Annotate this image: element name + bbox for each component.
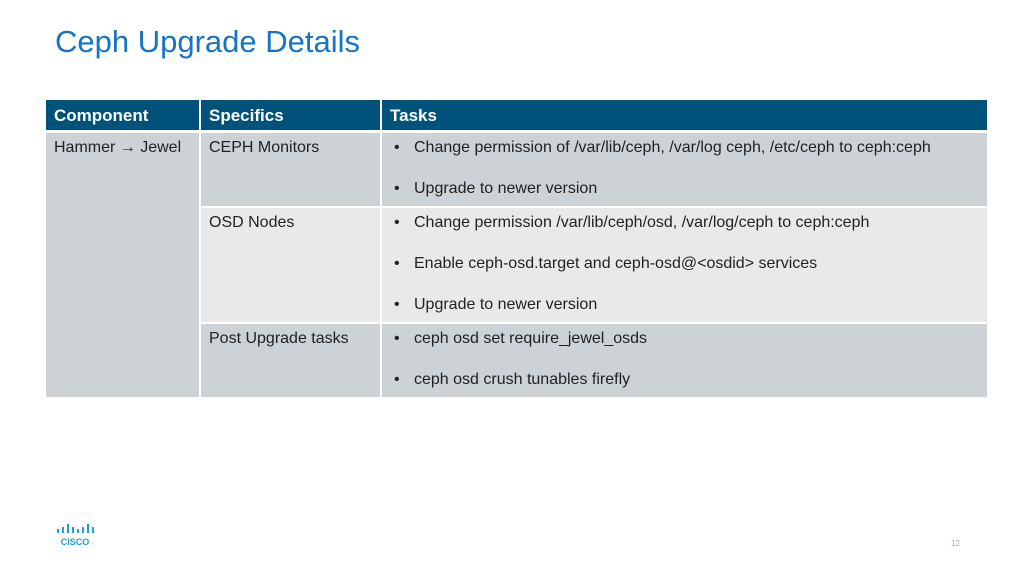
- bullet-icon: •: [394, 371, 400, 388]
- task-item: • ceph osd crush tunables firefly: [390, 371, 979, 389]
- task-item: • Enable ceph-osd.target and ceph-osd@<os…: [390, 255, 979, 273]
- cisco-logo: CISCO: [56, 524, 98, 553]
- header-component: Component: [46, 100, 201, 133]
- task-text: Enable ceph-osd.target and ceph-osd@<osd…: [414, 255, 818, 272]
- cisco-bars-icon: CISCO: [57, 524, 94, 547]
- bullet-icon: •: [394, 214, 400, 231]
- task-text: Upgrade to newer version: [414, 180, 598, 197]
- bullet-icon: •: [394, 255, 400, 272]
- specifics-cell: Post Upgrade tasks: [200, 323, 382, 399]
- task-item: • ceph osd set require_jewel_osds: [390, 330, 979, 348]
- page-title: Ceph Upgrade Details: [55, 24, 361, 59]
- task-item: • Upgrade to newer version: [390, 180, 979, 198]
- header-specifics: Specifics: [200, 100, 382, 133]
- page-number: 12: [951, 539, 960, 548]
- bullet-icon: •: [394, 139, 400, 156]
- tasks-cell: • Change permission /var/lib/ceph/osd, /v…: [381, 207, 987, 324]
- task-text: Change permission /var/lib/ceph/osd, /va…: [414, 214, 870, 231]
- specifics-cell: OSD Nodes: [200, 207, 382, 324]
- tasks-cell: • Change permission of /var/lib/ceph, /va…: [381, 131, 987, 208]
- table-header-row: Component Specifics Tasks: [46, 100, 987, 133]
- bullet-icon: •: [394, 180, 400, 197]
- tasks-cell: • ceph osd set require_jewel_osds • ceph o…: [381, 323, 987, 399]
- task-item: • Change permission of /var/lib/ceph, /va…: [390, 139, 979, 157]
- table-row: Hammer → Jewel CEPH Monitors • Change per…: [46, 131, 987, 399]
- bullet-icon: •: [394, 330, 400, 347]
- cisco-logo-text: CISCO: [61, 537, 90, 547]
- task-item: • Change permission /var/lib/ceph/osd, /v…: [390, 214, 979, 232]
- task-text: ceph osd crush tunables firefly: [414, 371, 631, 388]
- header-tasks: Tasks: [381, 100, 987, 133]
- task-text: Upgrade to newer version: [414, 296, 598, 313]
- task-item: • Upgrade to newer version: [390, 296, 979, 314]
- task-text: ceph osd set require_jewel_osds: [414, 330, 648, 347]
- component-cell: Hammer → Jewel: [46, 131, 201, 399]
- upgrade-table: Component Specifics Tasks Hammer → Jewel…: [46, 100, 987, 399]
- bullet-icon: •: [394, 296, 400, 313]
- specifics-cell: CEPH Monitors: [200, 131, 382, 208]
- task-text: Change permission of /var/lib/ceph, /var…: [414, 139, 931, 156]
